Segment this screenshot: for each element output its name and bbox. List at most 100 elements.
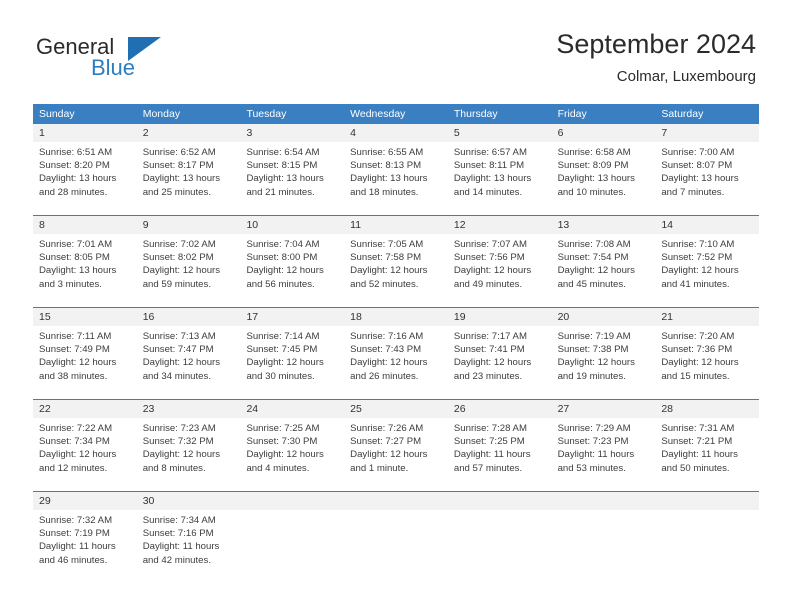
daylight-text-line2: and 46 minutes. xyxy=(39,554,108,566)
day-cell[interactable]: 10 Sunrise: 7:04 AM Sunset: 8:00 PM Dayligh… xyxy=(240,216,345,300)
day-cell[interactable]: 21 Sunrise: 7:20 AM Sunset: 7:36 PM Dayligh… xyxy=(655,308,760,392)
sunrise-text: Sunrise: 7:29 AM xyxy=(557,423,631,434)
calendar-week-row: 8 Sunrise: 7:01 AM Sunset: 8:05 PM Daylight… xyxy=(33,215,760,300)
sunset-text: Sunset: 7:16 PM xyxy=(142,528,214,540)
day-details: Sunrise: 7:01 AM Sunset: 8:05 PM Daylight:… xyxy=(33,234,137,297)
day-number: 18 xyxy=(344,308,448,326)
daylight-text-line2: and 14 minutes. xyxy=(453,186,523,198)
day-details: Sunrise: 7:17 AM Sunset: 7:41 PM Daylight:… xyxy=(448,326,552,389)
daylight-text-line2: and 8 minutes. xyxy=(142,462,206,474)
day-details: Sunrise: 7:11 AM Sunset: 7:49 PM Daylight:… xyxy=(33,326,137,389)
daylight-text-line1: Daylight: 12 hours xyxy=(142,449,221,461)
daylight-text-line2: and 57 minutes. xyxy=(453,462,523,474)
day-number: 8 xyxy=(33,216,137,234)
calendar-week-cells: 29 Sunrise: 7:32 AM Sunset: 7:19 PM Dayligh… xyxy=(33,492,760,576)
day-number: 3 xyxy=(240,124,345,142)
weekday-header-sunday: Sunday xyxy=(39,108,75,120)
sunrise-text: Sunrise: 6:55 AM xyxy=(350,147,424,158)
day-number: 19 xyxy=(447,308,552,326)
calendar-week-row: 15 Sunrise: 7:11 AM Sunset: 7:49 PM Dayligh… xyxy=(33,307,760,392)
day-cell[interactable]: 29 Sunrise: 7:32 AM Sunset: 7:19 PM Dayligh… xyxy=(33,492,137,576)
day-cell[interactable]: 5 Sunrise: 6:57 AM Sunset: 8:11 PM Daylight… xyxy=(447,124,552,208)
day-cell[interactable]: 27 Sunrise: 7:29 AM Sunset: 7:23 PM Dayligh… xyxy=(551,400,656,484)
sunset-text: Sunset: 7:54 PM xyxy=(557,252,629,264)
brand-name-blue: Blue xyxy=(91,55,136,80)
page-header: General Blue September 2024 Colmar, Luxe… xyxy=(0,0,792,96)
sunset-text: Sunset: 7:27 PM xyxy=(350,436,422,448)
day-cell[interactable]: 4 Sunrise: 6:55 AM Sunset: 8:13 PM Daylight… xyxy=(344,124,448,208)
calendar-week-cells: 22 Sunrise: 7:22 AM Sunset: 7:34 PM Dayligh… xyxy=(33,400,760,484)
weekday-header-friday: Friday xyxy=(557,108,587,120)
day-cell[interactable]: 3 Sunrise: 6:54 AM Sunset: 8:15 PM Daylight… xyxy=(240,124,345,208)
daylight-text-line2: and 15 minutes. xyxy=(661,370,730,382)
weekday-header-tuesday: Tuesday xyxy=(246,108,287,120)
day-details: Sunrise: 7:10 AM Sunset: 7:52 PM Daylight:… xyxy=(655,234,759,297)
day-number: 17 xyxy=(240,308,345,326)
day-cell[interactable]: 13 Sunrise: 7:08 AM Sunset: 7:54 PM Dayligh… xyxy=(551,216,656,300)
daylight-text-line1: Daylight: 12 hours xyxy=(350,449,428,461)
daylight-text-line2: and 10 minutes. xyxy=(557,186,626,198)
daylight-text-line1: Daylight: 12 hours xyxy=(350,265,428,277)
day-number: 7 xyxy=(655,124,760,142)
sunrise-text: Sunrise: 6:52 AM xyxy=(142,147,216,158)
day-cell[interactable]: 9 Sunrise: 7:02 AM Sunset: 8:02 PM Daylight… xyxy=(136,216,241,300)
day-number: 28 xyxy=(655,400,760,418)
weekday-header-row: Sunday Monday Tuesday Wednesday Thursday Frid… xyxy=(33,104,759,124)
day-cell[interactable]: 23 Sunrise: 7:23 AM Sunset: 7:32 PM Dayligh… xyxy=(136,400,241,484)
day-cell[interactable]: 19 Sunrise: 7:17 AM Sunset: 7:41 PM Dayligh… xyxy=(447,308,552,392)
day-number: 27 xyxy=(551,400,656,418)
calendar-week-cells: 15 Sunrise: 7:11 AM Sunset: 7:49 PM Dayligh… xyxy=(33,308,760,392)
sunset-text: Sunset: 8:20 PM xyxy=(39,160,110,172)
sunset-text: Sunset: 7:45 PM xyxy=(246,344,318,356)
day-cell[interactable]: 11 Sunrise: 7:05 AM Sunset: 7:58 PM Dayligh… xyxy=(344,216,448,300)
day-number xyxy=(240,492,345,510)
day-cell[interactable]: 12 Sunrise: 7:07 AM Sunset: 7:56 PM Dayligh… xyxy=(447,216,552,300)
day-cell[interactable]: 16 Sunrise: 7:13 AM Sunset: 7:47 PM Dayligh… xyxy=(136,308,241,392)
day-cell[interactable]: 30 Sunrise: 7:34 AM Sunset: 7:16 PM Dayligh… xyxy=(136,492,241,576)
daylight-text-line1: Daylight: 12 hours xyxy=(453,357,532,369)
day-number: 26 xyxy=(447,400,552,418)
daylight-text-line1: Daylight: 12 hours xyxy=(142,265,221,277)
day-cell[interactable]: 26 Sunrise: 7:28 AM Sunset: 7:25 PM Dayligh… xyxy=(447,400,552,484)
daylight-text-line1: Daylight: 13 hours xyxy=(453,173,532,185)
daylight-text-line1: Daylight: 13 hours xyxy=(350,173,428,185)
daylight-text-line2: and 21 minutes. xyxy=(246,186,315,198)
day-details: Sunrise: 6:51 AM Sunset: 8:20 PM Daylight:… xyxy=(33,142,137,205)
daylight-text-line2: and 28 minutes. xyxy=(39,186,108,198)
day-cell[interactable]: 8 Sunrise: 7:01 AM Sunset: 8:05 PM Daylight… xyxy=(33,216,137,300)
sunset-text: Sunset: 7:34 PM xyxy=(39,436,110,448)
day-details: Sunrise: 7:34 AM Sunset: 7:16 PM Daylight:… xyxy=(137,510,241,573)
day-cell[interactable]: 15 Sunrise: 7:11 AM Sunset: 7:49 PM Dayligh… xyxy=(33,308,137,392)
sunset-text: Sunset: 7:58 PM xyxy=(350,252,422,264)
day-cell[interactable]: 2 Sunrise: 6:52 AM Sunset: 8:17 PM Daylight… xyxy=(136,124,241,208)
brand-logo[interactable]: General Blue xyxy=(36,34,236,90)
day-number: 13 xyxy=(551,216,656,234)
day-cell[interactable]: 6 Sunrise: 6:58 AM Sunset: 8:09 PM Daylight… xyxy=(551,124,656,208)
daylight-text-line1: Daylight: 12 hours xyxy=(39,449,117,461)
day-cell[interactable]: 22 Sunrise: 7:22 AM Sunset: 7:34 PM Dayligh… xyxy=(33,400,137,484)
sunset-text: Sunset: 8:02 PM xyxy=(142,252,214,264)
daylight-text-line1: Daylight: 12 hours xyxy=(246,265,324,277)
daylight-text-line1: Daylight: 13 hours xyxy=(39,265,117,277)
day-cell[interactable]: 7 Sunrise: 7:00 AM Sunset: 8:07 PM Daylight… xyxy=(655,124,760,208)
daylight-text-line1: Daylight: 12 hours xyxy=(557,265,635,277)
daylight-text-line1: Daylight: 11 hours xyxy=(661,449,738,461)
day-cell[interactable]: 1 Sunrise: 6:51 AM Sunset: 8:20 PM Daylight… xyxy=(33,124,137,208)
sunrise-text: Sunrise: 7:10 AM xyxy=(661,239,735,250)
sunset-text: Sunset: 7:49 PM xyxy=(39,344,110,356)
day-details xyxy=(448,510,552,520)
day-cell[interactable]: 18 Sunrise: 7:16 AM Sunset: 7:43 PM Dayligh… xyxy=(344,308,448,392)
day-cell[interactable]: 28 Sunrise: 7:31 AM Sunset: 7:21 PM Dayligh… xyxy=(655,400,760,484)
day-cell[interactable]: 20 Sunrise: 7:19 AM Sunset: 7:38 PM Dayligh… xyxy=(551,308,656,392)
day-cell[interactable]: 24 Sunrise: 7:25 AM Sunset: 7:30 PM Dayligh… xyxy=(240,400,345,484)
day-cell[interactable]: 14 Sunrise: 7:10 AM Sunset: 7:52 PM Dayligh… xyxy=(655,216,760,300)
sunset-text: Sunset: 7:38 PM xyxy=(557,344,629,356)
day-number: 21 xyxy=(655,308,760,326)
daylight-text-line1: Daylight: 12 hours xyxy=(246,449,324,461)
week-spacer xyxy=(33,208,759,215)
sunrise-text: Sunrise: 7:17 AM xyxy=(453,331,527,342)
daylight-text-line2: and 18 minutes. xyxy=(350,186,419,198)
day-cell[interactable]: 25 Sunrise: 7:26 AM Sunset: 7:27 PM Dayligh… xyxy=(344,400,448,484)
day-number: 24 xyxy=(240,400,345,418)
day-cell[interactable]: 17 Sunrise: 7:14 AM Sunset: 7:45 PM Dayligh… xyxy=(240,308,345,392)
